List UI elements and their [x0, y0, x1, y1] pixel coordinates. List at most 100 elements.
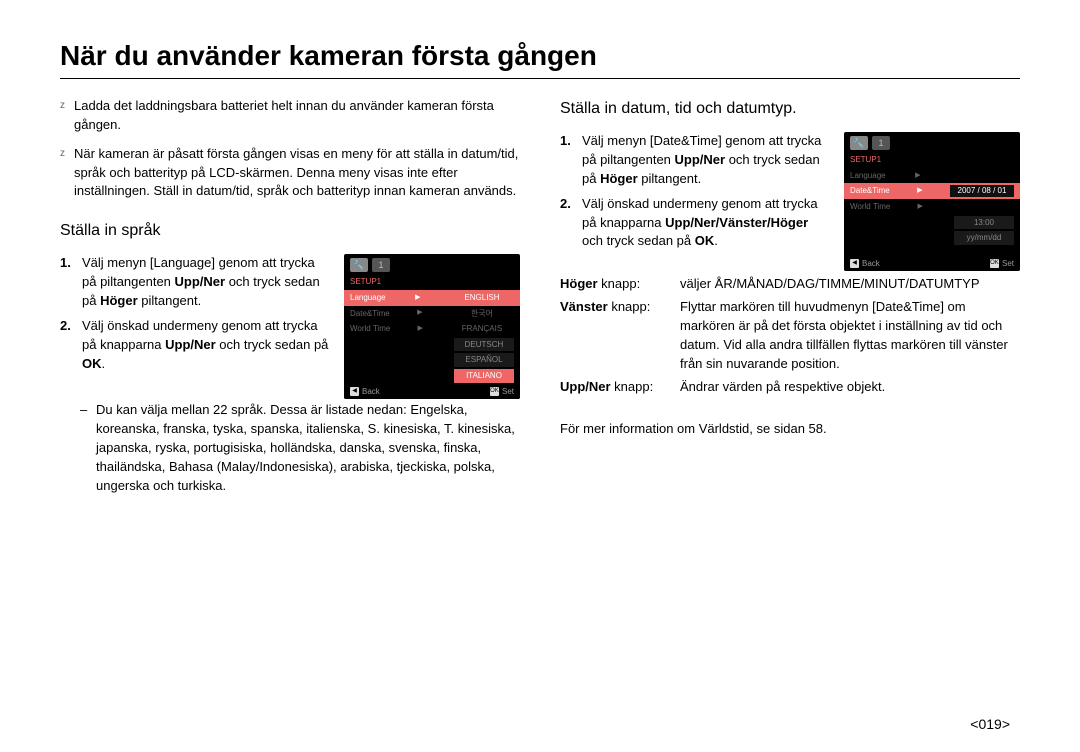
section-datetime-heading: Ställa in datum, tid och datumtyp.	[560, 97, 1020, 120]
tab-1-icon: 1	[372, 258, 390, 272]
t: Back	[862, 258, 880, 270]
wrench-icon: 🔧	[350, 258, 368, 272]
lcd-opt: ESPAÑOL	[344, 352, 520, 368]
t: .	[714, 233, 718, 248]
kv-val: Ändrar värden på respektive objekt.	[680, 378, 1020, 397]
kv-key: Höger knapp:	[560, 275, 680, 294]
step-number: 1.	[560, 132, 576, 189]
ok-icon: OK	[990, 259, 999, 268]
lcd-ok: OKSet	[490, 386, 514, 398]
lcd-footer: ◀Back OKSet	[844, 256, 1020, 272]
lcd-screenshot-datetime: 🔧 1 SETUP1 Language ▶ Date&Time ▶ 2007 /…	[844, 132, 1020, 271]
t: .	[102, 356, 106, 371]
page-title: När du använder kameran första gången	[60, 40, 1020, 72]
lcd-ok: OKSet	[990, 258, 1014, 270]
lcd-setup-label: SETUP1	[844, 152, 1020, 168]
t: och tryck sedan på	[216, 337, 329, 352]
kv-val: väljer ÅR/MÅNAD/DAG/TIMME/MINUT/DATUMTYP	[680, 275, 1020, 294]
step-1: 1. Välj menyn [Language] genom att tryck…	[60, 254, 330, 311]
lcd-value: 한국어	[450, 308, 514, 320]
lcd-opt: DEUTSCH	[344, 337, 520, 353]
chevron-right-icon: ▶	[917, 186, 922, 196]
chevron-right-icon: ▶	[417, 308, 422, 318]
lcd-value: ENGLISH	[450, 292, 514, 304]
t: Back	[362, 386, 380, 398]
step-2-body: Välj önskad undermeny genom att trycka p…	[82, 317, 330, 374]
lcd-row-language: Language ▶	[844, 168, 1020, 184]
chevron-right-icon: ▶	[417, 324, 422, 334]
datetime-steps-wrap: 1. Välj menyn [Date&Time] genom att tryc…	[560, 132, 1020, 271]
back-icon: ◀	[850, 259, 859, 268]
lcd-opt: 13:00	[844, 215, 1020, 231]
datetime-steps-text: 1. Välj menyn [Date&Time] genom att tryc…	[560, 132, 830, 257]
lcd-opt: ITALIANO	[344, 368, 520, 384]
lcd-screenshot-language: 🔧 1 SETUP1 Language ▶ ENGLISH Date&Time …	[344, 254, 520, 399]
t: knapp:	[598, 276, 641, 291]
lcd-label: Language	[850, 170, 886, 182]
lcd-row-worldtime: World Time ▶	[844, 199, 1020, 215]
t: Vänster	[560, 299, 608, 314]
chevron-right-icon: ▶	[415, 293, 420, 303]
lead-text-1: Ladda det laddningsbara batteriet helt i…	[74, 97, 520, 135]
lcd-row-worldtime: World Time ▶ FRANÇAIS	[344, 321, 520, 337]
kv-right-button: Höger knapp: väljer ÅR/MÅNAD/DAG/TIMME/M…	[560, 275, 1020, 294]
t: OK	[82, 356, 102, 371]
chevron-right-icon: ▶	[915, 171, 920, 181]
lcd-back: ◀Back	[350, 386, 380, 398]
two-columns: z Ladda det laddningsbara batteriet helt…	[60, 97, 1020, 495]
t: knapp:	[611, 379, 654, 394]
t: och tryck sedan på	[582, 233, 695, 248]
lcd-label: World Time	[350, 323, 390, 335]
bullet-z: z	[60, 99, 74, 135]
lcd-row-language: Language ▶ ENGLISH	[344, 290, 520, 306]
t: Set	[502, 386, 514, 398]
step-2-body: Välj önskad undermeny genom att trycka p…	[582, 195, 830, 252]
t: Upp/Ner	[175, 274, 226, 289]
step-number: 2.	[60, 317, 76, 374]
sub-item: – Du kan välja mellan 22 språk. Dessa är…	[60, 401, 520, 495]
t: Höger	[600, 171, 638, 186]
wrench-icon: 🔧	[850, 136, 868, 150]
left-column: z Ladda det laddningsbara batteriet helt…	[60, 97, 520, 495]
step-number: 2.	[560, 195, 576, 252]
step-2: 2. Välj önskad undermeny genom att tryck…	[60, 317, 330, 374]
worldtime-note: För mer information om Världstid, se sid…	[560, 420, 1020, 439]
lcd-opt-label: ITALIANO	[454, 369, 514, 383]
lead-item-1: z Ladda det laddningsbara batteriet helt…	[60, 97, 520, 135]
lcd-row-datetime: Date&Time ▶ 2007 / 08 / 01	[844, 183, 1020, 199]
lcd-value: FRANÇAIS	[450, 323, 514, 335]
step-1-body: Välj menyn [Language] genom att trycka p…	[82, 254, 330, 311]
kv-left-button: Vänster knapp: Flyttar markören till huv…	[560, 298, 1020, 373]
t: OK	[695, 233, 715, 248]
lcd-tabs: 🔧 1	[344, 254, 520, 274]
t: piltangent.	[138, 293, 202, 308]
lead-item-2: z När kameran är påsatt första gången vi…	[60, 145, 520, 202]
step-1-body: Välj menyn [Date&Time] genom att trycka …	[582, 132, 830, 189]
lcd-label: Date&Time	[850, 185, 890, 197]
lcd-label: World Time	[850, 201, 890, 213]
lcd-opt-label: 13:00	[954, 216, 1014, 230]
kv-val: Flyttar markören till huvudmenyn [Date&T…	[680, 298, 1020, 373]
kv-key: Vänster knapp:	[560, 298, 680, 373]
lcd-opt-label: yy/mm/dd	[954, 231, 1014, 245]
lcd-back: ◀Back	[850, 258, 880, 270]
language-steps-wrap: 1. Välj menyn [Language] genom att tryck…	[60, 254, 520, 399]
t: Höger	[560, 276, 598, 291]
page-number: <019>	[0, 716, 1080, 732]
t: Upp/Ner	[165, 337, 216, 352]
lcd-row-datetime: Date&Time ▶ 한국어	[344, 306, 520, 322]
sub-text: Du kan välja mellan 22 språk. Dessa är l…	[96, 401, 520, 495]
step-number: 1.	[60, 254, 76, 311]
back-icon: ◀	[350, 387, 359, 396]
lcd-setup-label: SETUP1	[344, 274, 520, 290]
t: piltangent.	[638, 171, 702, 186]
step-1: 1. Välj menyn [Date&Time] genom att tryc…	[560, 132, 830, 189]
kv-key: Upp/Ner knapp:	[560, 378, 680, 397]
section-language-heading: Ställa in språk	[60, 219, 520, 242]
title-rule	[60, 78, 1020, 79]
step-2: 2. Välj önskad undermeny genom att tryck…	[560, 195, 830, 252]
lcd-label: Language	[350, 292, 386, 304]
lcd-opt-label: DEUTSCH	[454, 338, 514, 352]
lead-text-2: När kameran är påsatt första gången visa…	[74, 145, 520, 202]
bullet-z: z	[60, 147, 74, 202]
